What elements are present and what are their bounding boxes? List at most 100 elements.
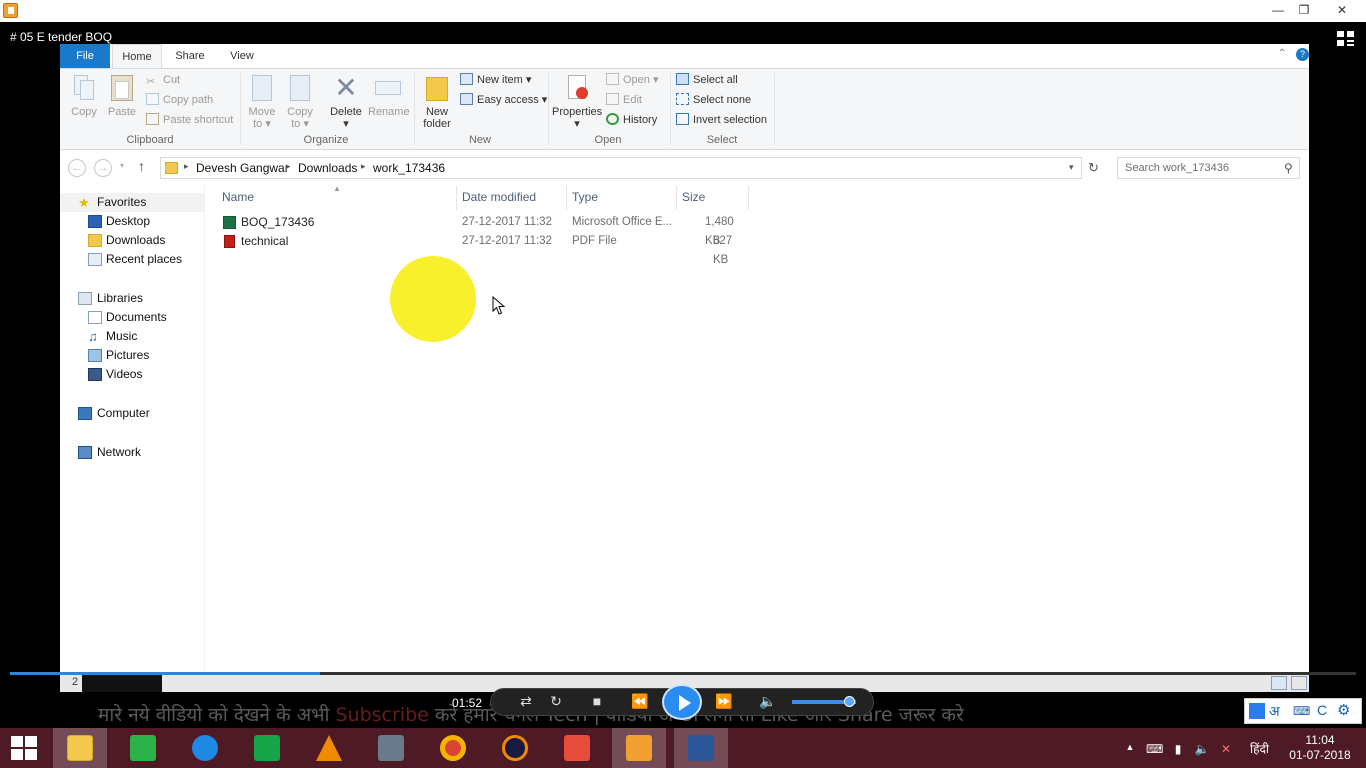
delete-button[interactable]: ✕ Delete ▾: [328, 69, 364, 131]
new-folder-button[interactable]: New folder: [420, 69, 454, 130]
repeat-icon[interactable]: ↻: [544, 693, 568, 710]
nav-downloads[interactable]: Downloads: [60, 231, 205, 250]
help-icon[interactable]: ?: [1296, 48, 1309, 61]
speaker-icon[interactable]: 🔈: [1194, 742, 1210, 756]
column-name[interactable]: Name: [222, 190, 254, 204]
tray-expand-icon[interactable]: ▲: [1122, 742, 1138, 752]
nav-recent-places[interactable]: Recent places: [60, 250, 205, 269]
clock[interactable]: 11:04 01-07-2018: [1282, 733, 1358, 763]
tab-home[interactable]: Home: [112, 44, 162, 68]
nav-desktop[interactable]: Desktop: [60, 212, 205, 231]
new-item-button[interactable]: New item ▾: [460, 71, 531, 89]
taskbar-word[interactable]: [674, 728, 728, 768]
volume-knob[interactable]: [844, 696, 855, 707]
paste-button[interactable]: Paste: [106, 69, 138, 118]
rename-button[interactable]: Rename: [368, 69, 410, 118]
column-separator[interactable]: [748, 186, 749, 210]
edit-button[interactable]: Edit: [606, 91, 642, 109]
details-view-icon[interactable]: [1271, 676, 1287, 690]
column-type[interactable]: Type: [572, 190, 598, 204]
settings-gear-icon[interactable]: ⚙: [1337, 701, 1350, 719]
shuffle-icon[interactable]: ⇄: [514, 693, 538, 710]
taskbar-store[interactable]: [240, 728, 294, 768]
breadcrumb-downloads[interactable]: Downloads: [298, 161, 357, 175]
taskbar-chrome[interactable]: [426, 728, 480, 768]
copy-button[interactable]: Copy: [68, 69, 100, 118]
paste-shortcut-button[interactable]: Paste shortcut: [146, 111, 233, 129]
close-button[interactable]: ✕: [1326, 0, 1358, 22]
collapse-ribbon-icon[interactable]: ⌃: [1278, 48, 1286, 59]
keyboard-icon[interactable]: ⌨: [1293, 704, 1310, 718]
taskbar-internet-explorer[interactable]: [178, 728, 232, 768]
cut-button[interactable]: ✂ Cut: [146, 71, 180, 89]
open-button[interactable]: Open ▾: [606, 71, 659, 89]
column-date-modified[interactable]: Date modified: [462, 190, 536, 204]
taskbar-camtasia[interactable]: [116, 728, 170, 768]
volume-icon[interactable]: 🔈: [756, 693, 780, 710]
large-icons-view-icon[interactable]: [1291, 676, 1307, 690]
nav-network[interactable]: Network: [60, 443, 205, 462]
breadcrumb-current[interactable]: work_173436: [373, 161, 445, 175]
column-separator[interactable]: [456, 186, 457, 210]
copy-path-button[interactable]: Copy path: [146, 91, 213, 109]
history-button[interactable]: History: [606, 111, 657, 129]
computer-icon: [78, 407, 92, 420]
taskbar-settings-tool[interactable]: [364, 728, 418, 768]
recent-locations-icon[interactable]: ▾: [120, 161, 124, 170]
column-separator[interactable]: [566, 186, 567, 210]
column-size[interactable]: Size: [682, 190, 705, 204]
copy-to-button[interactable]: Copy to ▾: [284, 69, 316, 130]
search-input[interactable]: Search work_173436 ⚲: [1117, 157, 1300, 179]
c-icon[interactable]: C: [1317, 702, 1327, 718]
search-icon[interactable]: ⚲: [1284, 161, 1293, 175]
select-all-button[interactable]: Select all: [676, 71, 738, 89]
address-dropdown-icon[interactable]: ▾: [1069, 162, 1074, 173]
delete-x-icon: ✕: [334, 72, 358, 103]
nav-videos[interactable]: Videos: [60, 365, 205, 384]
play-button[interactable]: [662, 684, 702, 720]
file-row[interactable]: technical 27-12-2017 11:32 PDF File 627 …: [219, 232, 749, 266]
playlist-grid-icon[interactable]: [1337, 31, 1355, 47]
start-button[interactable]: [11, 736, 37, 760]
taskbar-media-player[interactable]: [612, 728, 666, 768]
input-tool-icon[interactable]: [1249, 703, 1265, 719]
nav-computer[interactable]: Computer: [60, 404, 205, 423]
select-none-button[interactable]: Select none: [676, 91, 751, 109]
language-bar[interactable]: अ ⌨ C ⚙: [1244, 698, 1362, 724]
breadcrumb-user[interactable]: Devesh Gangwar: [196, 161, 289, 175]
tab-view[interactable]: View: [220, 44, 264, 68]
file-row[interactable]: BOQ_173436 27-12-2017 11:32 Microsoft Of…: [219, 213, 749, 247]
ribbon: Copy Paste ✂ Cut Copy path Paste shortcut…: [60, 68, 1309, 150]
back-icon[interactable]: ←: [68, 159, 86, 177]
tab-file[interactable]: File: [60, 44, 110, 68]
invert-selection-button[interactable]: Invert selection: [676, 111, 767, 129]
column-separator[interactable]: [676, 186, 677, 210]
taskbar-screen-recorder[interactable]: [550, 728, 604, 768]
refresh-icon[interactable]: ↻: [1088, 160, 1099, 176]
hindi-script-icon[interactable]: अ: [1269, 702, 1280, 721]
stop-icon[interactable]: ■: [585, 693, 609, 709]
forward-icon[interactable]: →: [94, 159, 112, 177]
network-tray-icon[interactable]: ✕: [1218, 742, 1234, 756]
maximize-button[interactable]: ❐: [1292, 0, 1316, 22]
rewind-icon[interactable]: ⏪: [628, 693, 652, 710]
address-bar[interactable]: ▸ Devesh Gangwar ▸ Downloads ▸ work_1734…: [160, 157, 1082, 179]
nav-pictures[interactable]: Pictures: [60, 346, 205, 365]
nav-favorites[interactable]: ★ Favorites: [60, 193, 205, 212]
taskbar-audio-editor[interactable]: [488, 728, 542, 768]
nav-libraries[interactable]: Libraries: [60, 289, 205, 308]
move-to-button[interactable]: Move to ▾: [246, 69, 278, 130]
up-icon[interactable]: ↑: [138, 158, 145, 174]
keyboard-tray-icon[interactable]: ⌨: [1146, 742, 1163, 756]
nav-documents[interactable]: Documents: [60, 308, 205, 327]
taskbar-vlc[interactable]: [302, 728, 356, 768]
easy-access-button[interactable]: Easy access ▾: [460, 91, 547, 109]
tab-share[interactable]: Share: [168, 44, 212, 68]
nav-music[interactable]: ♫ Music: [60, 327, 205, 346]
input-language[interactable]: हिंदी: [1250, 740, 1269, 757]
properties-button[interactable]: Properties ▾: [552, 69, 602, 130]
minimize-button[interactable]: —: [1266, 0, 1290, 22]
fast-forward-icon[interactable]: ⏩: [712, 693, 736, 710]
battery-icon[interactable]: ▮: [1170, 742, 1186, 756]
taskbar-file-explorer[interactable]: [53, 728, 107, 768]
